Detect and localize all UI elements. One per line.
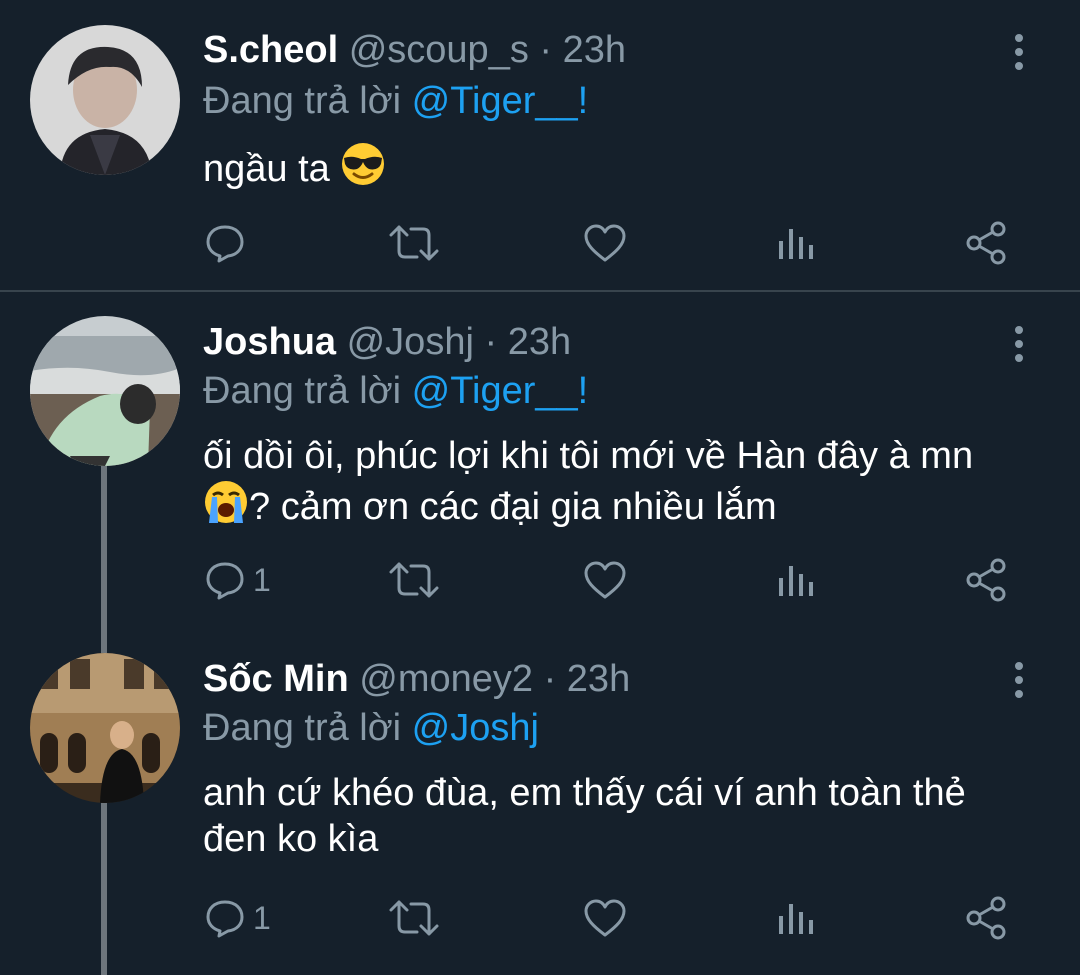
tweet-actions	[203, 218, 1023, 268]
analytics-button[interactable]	[776, 893, 816, 943]
more-icon[interactable]	[1005, 32, 1033, 72]
tweet-header: S.cheol @scoup_s · 23h	[203, 27, 626, 73]
reply-count: 1	[253, 561, 271, 598]
retweet-button[interactable]	[387, 555, 441, 605]
timestamp[interactable]: 23h	[567, 658, 630, 700]
timestamp[interactable]: 23h	[563, 29, 626, 71]
share-button[interactable]	[965, 555, 1009, 605]
avatar[interactable]	[30, 653, 180, 803]
display-name[interactable]: Joshua	[203, 321, 336, 363]
tweet-text-line: ? cảm ơn các đại gia nhiều lắm	[203, 479, 1023, 530]
tweet-text-line: anh cứ khéo đùa, em thấy cái ví anh toàn…	[203, 772, 966, 814]
analytics-icon	[779, 904, 813, 934]
avatar[interactable]	[30, 25, 180, 175]
more-icon[interactable]	[1005, 324, 1033, 364]
replying-prefix: Đang trả lời	[203, 370, 402, 412]
like-icon	[584, 224, 626, 262]
tweet-header: Sốc Min @money2 · 23h	[203, 656, 630, 702]
loudly-crying-face-icon	[205, 481, 247, 523]
replying-to: Đang trả lời @Tiger__!	[203, 368, 588, 414]
retweet-button[interactable]	[387, 218, 441, 268]
tweet-text: anh cứ khéo đùa, em thấy cái ví anh toàn…	[203, 770, 1023, 862]
reply-count: 1	[253, 899, 271, 936]
handle[interactable]: @scoup_s	[349, 29, 529, 71]
separator: ·	[543, 658, 557, 700]
reply-icon	[206, 562, 244, 600]
retweet-icon	[389, 900, 439, 936]
share-icon	[966, 558, 1006, 602]
share-button[interactable]	[965, 893, 1009, 943]
avatar[interactable]	[30, 316, 180, 466]
like-icon	[584, 561, 626, 599]
reply-icon	[206, 900, 244, 938]
tweet-text-content: ? cảm ơn các đại gia nhiều lắm	[249, 486, 777, 528]
separator: ·	[539, 29, 553, 71]
reply-icon	[206, 225, 244, 263]
replying-to: Đang trả lời @Tiger__!	[203, 78, 588, 124]
like-button[interactable]	[583, 218, 627, 268]
tweet-1[interactable]: S.cheol @scoup_s · 23h Đang trả lời @Tig…	[0, 0, 1080, 290]
mention-link[interactable]: @Tiger__!	[412, 370, 589, 412]
reply-button[interactable]: 1	[205, 893, 271, 943]
replying-to: Đang trả lời @Joshj	[203, 705, 539, 751]
replying-prefix: Đang trả lời	[203, 80, 402, 122]
analytics-icon	[779, 566, 813, 596]
like-button[interactable]	[583, 893, 627, 943]
tweet-header: Joshua @Joshj · 23h	[203, 319, 571, 365]
analytics-button[interactable]	[776, 555, 816, 605]
separator: ·	[484, 321, 498, 363]
share-icon	[966, 896, 1006, 940]
handle[interactable]: @money2	[359, 658, 533, 700]
like-button[interactable]	[583, 555, 627, 605]
tweet-text: ngầu ta	[203, 141, 1023, 192]
retweet-button[interactable]	[387, 893, 441, 943]
handle[interactable]: @Joshj	[347, 321, 474, 363]
share-icon	[966, 221, 1006, 265]
retweet-icon	[389, 225, 439, 261]
tweet-2[interactable]: Joshua @Joshj · 23h Đang trả lời @Tiger_…	[0, 292, 1080, 632]
share-button[interactable]	[965, 218, 1009, 268]
tweet-text-line: đen ko kìa	[203, 818, 379, 860]
more-icon[interactable]	[1005, 660, 1033, 700]
tweet-text-content: ngầu ta	[203, 148, 330, 190]
mention-link[interactable]: @Joshj	[412, 707, 539, 749]
tweet-actions: 1	[203, 555, 1023, 605]
display-name[interactable]: Sốc Min	[203, 658, 349, 700]
display-name[interactable]: S.cheol	[203, 29, 338, 71]
reply-button[interactable]: 1	[205, 555, 271, 605]
retweet-icon	[389, 562, 439, 598]
tweet-3[interactable]: Sốc Min @money2 · 23h Đang trả lời @Josh…	[0, 632, 1080, 975]
like-icon	[584, 899, 626, 937]
mention-link[interactable]: @Tiger__!	[412, 80, 589, 122]
tweet-text-line: ối dồi ôi, phúc lợi khi tôi mới về Hàn đ…	[203, 435, 974, 477]
tweet-text: ối dồi ôi, phúc lợi khi tôi mới về Hàn đ…	[203, 433, 1023, 530]
smiling-face-with-sunglasses-icon	[342, 143, 385, 185]
analytics-button[interactable]	[776, 218, 816, 268]
replying-prefix: Đang trả lời	[203, 707, 402, 749]
tweet-actions: 1	[203, 893, 1023, 943]
analytics-icon	[779, 229, 813, 259]
timestamp[interactable]: 23h	[508, 321, 571, 363]
reply-button[interactable]	[205, 218, 253, 268]
